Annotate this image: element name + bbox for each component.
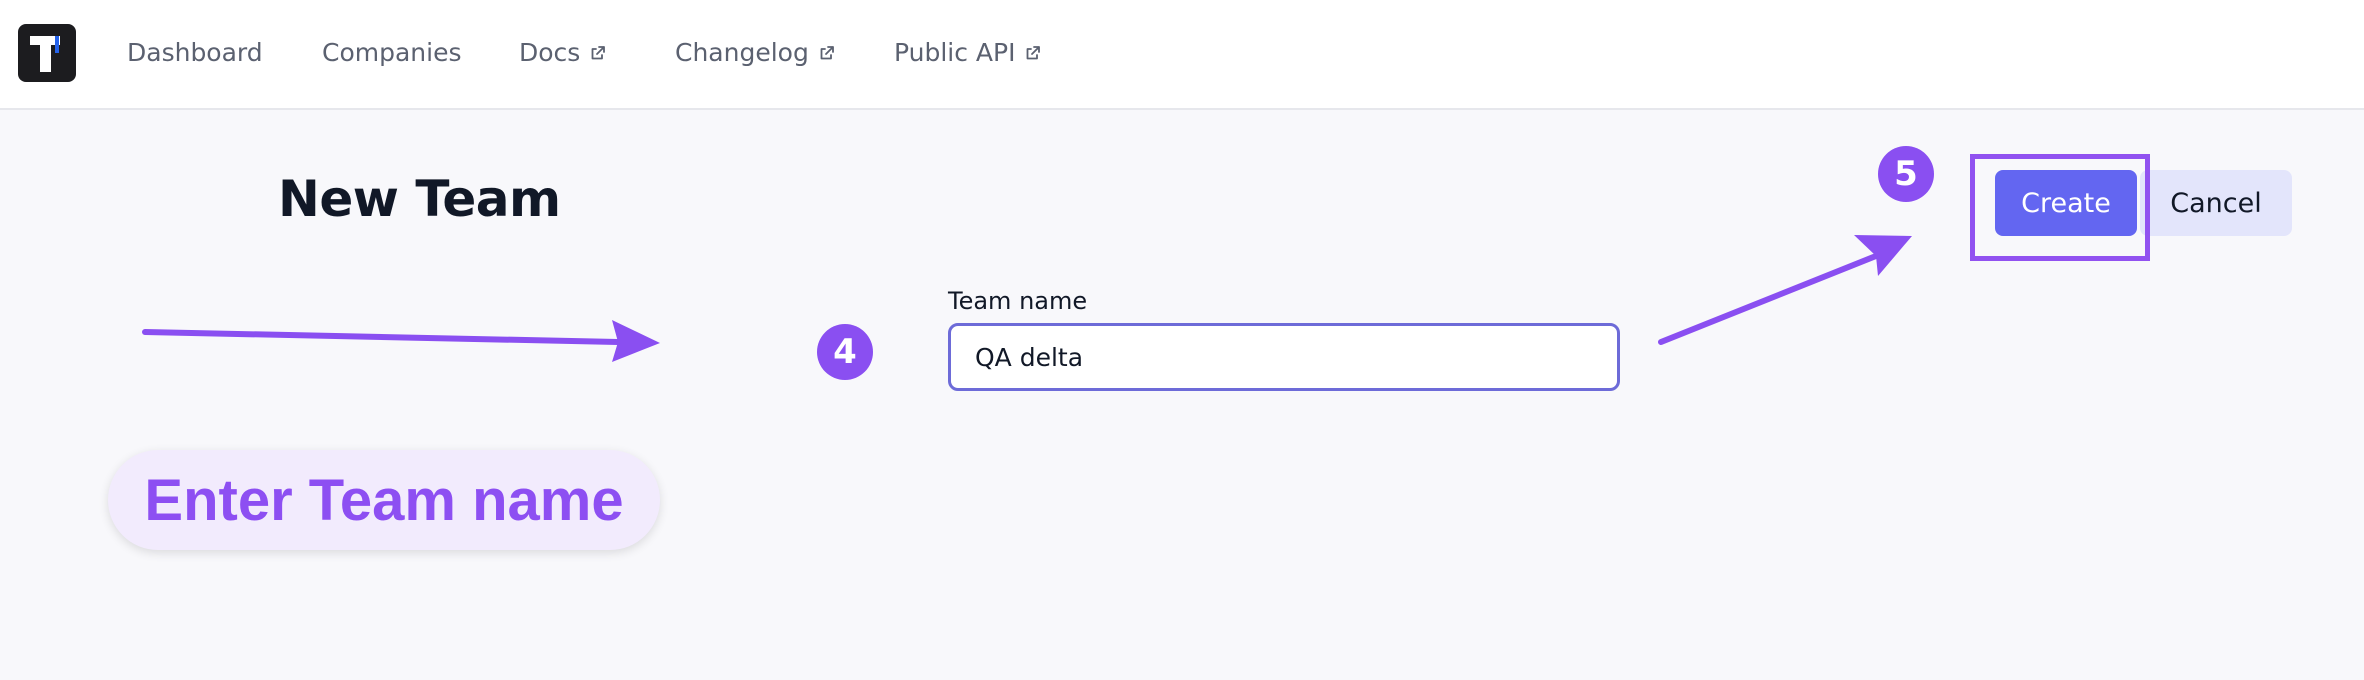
nav-companies-label: Companies	[322, 38, 462, 67]
top-navigation-bar: Dashboard Companies Docs Changelog Publi…	[0, 0, 2364, 110]
step-5-badge: 5	[1878, 146, 1934, 202]
page-title: New Team	[278, 170, 561, 228]
team-name-input[interactable]	[948, 323, 1620, 391]
external-link-icon	[1027, 46, 1041, 60]
nav-changelog-label: Changelog	[675, 38, 809, 67]
nav-docs[interactable]: Docs	[519, 36, 606, 70]
external-link-icon	[591, 46, 606, 60]
nav-public-api-label: Public API	[894, 38, 1016, 67]
arrow-up-right-icon	[1658, 235, 1912, 345]
cancel-button[interactable]: Cancel	[2140, 170, 2292, 236]
nav-dashboard-label: Dashboard	[127, 38, 263, 67]
nav-docs-label: Docs	[519, 38, 581, 67]
create-highlight-box	[1970, 154, 2150, 261]
instruction-callout: Enter Team name	[108, 450, 660, 550]
nav-public-api[interactable]: Public API	[894, 36, 1041, 70]
nav-dashboard[interactable]: Dashboard	[127, 36, 263, 70]
step-4-badge: 4	[817, 324, 873, 380]
team-name-label: Team name	[948, 287, 1088, 315]
nav-changelog[interactable]: Changelog	[675, 36, 835, 70]
nav-companies[interactable]: Companies	[322, 36, 462, 70]
arrow-right-icon	[142, 320, 660, 362]
external-link-icon	[820, 46, 834, 60]
app-logo[interactable]	[18, 24, 76, 82]
